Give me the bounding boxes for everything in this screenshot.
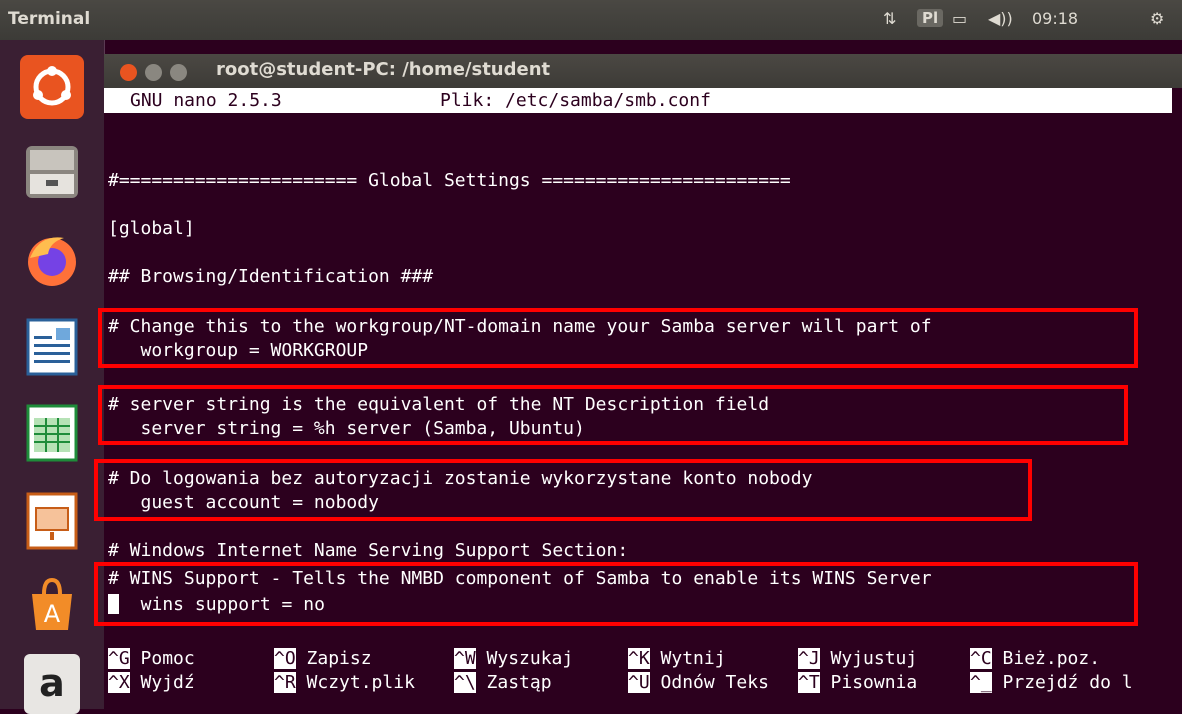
calc-icon[interactable] bbox=[20, 400, 84, 464]
shortcut-wyszukaj[interactable]: ^W Wyszukaj bbox=[454, 648, 573, 670]
editor-line: # Windows Internet Name Serving Support … bbox=[108, 540, 629, 561]
svg-text:a: a bbox=[39, 661, 65, 705]
shortcut-wyjdz[interactable]: ^X Wyjdź bbox=[108, 672, 195, 694]
network-arrows-icon[interactable]: ⇅ bbox=[883, 9, 896, 28]
nano-file: Plik: /etc/samba/smb.conf bbox=[440, 90, 711, 111]
keyboard-layout-indicator[interactable]: Pl bbox=[917, 9, 944, 27]
window-title: root@student-PC: /home/student bbox=[216, 59, 551, 80]
editor-line: #====================== Global Settings … bbox=[108, 170, 791, 191]
volume-icon[interactable]: ◀)) bbox=[988, 9, 1013, 28]
terminal-area[interactable]: GNU nano 2.5.3 Plik: /etc/samba/smb.conf… bbox=[94, 88, 1182, 709]
close-icon[interactable] bbox=[120, 64, 137, 81]
editor-line: ## Browsing/Identification ### bbox=[108, 266, 434, 287]
top-panel: Terminal ⇅ Pl ▭ ◀)) 09:18 ⚙ bbox=[0, 0, 1182, 40]
window-titlebar[interactable]: root@student-PC: /home/student bbox=[104, 54, 1182, 88]
shortcut-wytnij[interactable]: ^K Wytnij bbox=[628, 648, 726, 670]
ubuntu-dash-icon[interactable] bbox=[20, 55, 84, 119]
shortcut-wczyt-plik[interactable]: ^R Wczyt.plik bbox=[274, 672, 415, 694]
launcher: A a bbox=[0, 40, 105, 714]
files-icon[interactable] bbox=[20, 140, 84, 204]
nano-version: GNU nano 2.5.3 bbox=[130, 90, 282, 111]
highlight-box bbox=[98, 308, 1138, 368]
amazon-icon[interactable]: a bbox=[20, 650, 84, 714]
app-title: Terminal bbox=[8, 9, 91, 29]
minimize-icon[interactable] bbox=[145, 64, 163, 81]
shortcut-odnow-tekst[interactable]: ^U Odnów Teks bbox=[628, 672, 769, 694]
software-center-icon[interactable]: A bbox=[20, 572, 84, 636]
battery-icon[interactable]: ▭ bbox=[952, 9, 967, 28]
shortcut-biez-poz[interactable]: ^C Bież.poz. bbox=[970, 648, 1100, 670]
svg-text:A: A bbox=[44, 600, 61, 628]
shortcut-pisownia[interactable]: ^T Pisownia bbox=[798, 672, 917, 694]
highlight-box bbox=[94, 562, 1138, 626]
shortcut-pomoc[interactable]: ^G Pomoc bbox=[108, 648, 195, 670]
impress-icon[interactable] bbox=[20, 488, 84, 552]
maximize-icon[interactable] bbox=[170, 64, 188, 81]
editor-line: [global] bbox=[108, 218, 195, 239]
shortcut-przejdz[interactable]: ^_ Przejdź do l bbox=[970, 672, 1133, 694]
session-gear-icon[interactable]: ⚙ bbox=[1150, 9, 1164, 28]
shortcut-zapisz[interactable]: ^O Zapisz bbox=[274, 648, 372, 670]
firefox-icon[interactable] bbox=[20, 228, 84, 292]
shortcut-zastap[interactable]: ^\ Zastąp bbox=[454, 672, 552, 694]
highlight-box bbox=[94, 459, 1032, 521]
nano-header: GNU nano 2.5.3 Plik: /etc/samba/smb.conf bbox=[104, 88, 1172, 113]
shortcut-wyjustuj[interactable]: ^J Wyjustuj bbox=[798, 648, 917, 670]
highlight-box bbox=[98, 385, 1128, 445]
clock[interactable]: 09:18 bbox=[1032, 9, 1078, 28]
writer-icon[interactable] bbox=[20, 314, 84, 378]
